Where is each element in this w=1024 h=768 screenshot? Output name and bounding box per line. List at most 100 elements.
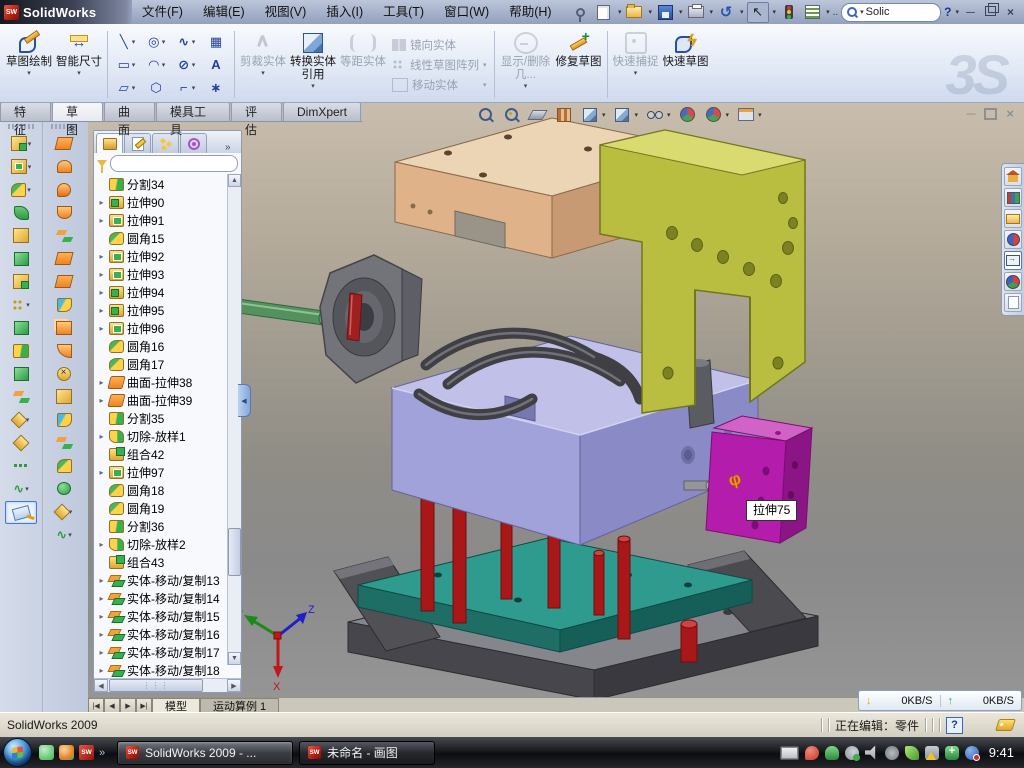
quicklaunch-more-icon[interactable]: »	[99, 747, 105, 759]
tree-filter-input[interactable]	[110, 155, 238, 172]
combine-tool[interactable]	[6, 317, 36, 338]
expand-arrow-icon[interactable]: ▸	[97, 270, 106, 279]
expand-arrow-icon[interactable]: ▸	[97, 378, 106, 387]
tree-item[interactable]: ▸ 组合43	[97, 553, 241, 571]
shell-tool[interactable]	[6, 248, 36, 269]
taskbar-task-button[interactable]: SW SolidWorks 2009 - ...	[117, 741, 293, 765]
update-check-tray-icon[interactable]	[845, 746, 859, 760]
app-restore-button[interactable]	[982, 5, 999, 19]
search-input-value[interactable]: Solic	[866, 6, 890, 18]
command-tab[interactable]: DimXpert	[283, 102, 361, 121]
clipped-toolbar-item[interactable]: ..	[833, 7, 839, 18]
more-tabs-icon[interactable]: »	[225, 142, 239, 153]
expand-arrow-icon[interactable]: ▸	[97, 594, 106, 603]
security-alert-tray-icon[interactable]	[805, 746, 819, 760]
messenger-status-tray-icon[interactable]	[965, 746, 979, 760]
part-red-insert[interactable]	[347, 293, 362, 341]
display-delete-relations-button[interactable]: 显示/删除几...▾	[498, 27, 554, 102]
part-gray-clamp[interactable]	[320, 255, 422, 383]
sketch-tool[interactable]: ◎	[141, 34, 171, 50]
command-tab[interactable]: 特征	[0, 102, 51, 121]
tree-item[interactable]: ▸ 分割35	[97, 409, 241, 427]
tree-item[interactable]: ▸ 拉伸93	[97, 265, 241, 283]
expand-arrow-icon[interactable]: ▸	[97, 468, 106, 477]
tree-item[interactable]: ▸ 拉伸90	[97, 193, 241, 211]
tree-item[interactable]: ▸ 圆角18	[97, 481, 241, 499]
select-dropdown-icon[interactable]: ▾	[773, 8, 777, 16]
expand-arrow-icon[interactable]: ▸	[97, 540, 106, 549]
swept-boss-tool[interactable]	[6, 225, 36, 246]
sketch-tool[interactable]: ◠	[141, 57, 171, 73]
command-tab[interactable]: 曲面	[104, 102, 155, 121]
open-dropdown-icon[interactable]: ▾	[648, 8, 652, 16]
tree-collapse-handle[interactable]: ◀	[238, 384, 251, 417]
expand-arrow-icon[interactable]: ▸	[97, 252, 106, 261]
apply-scene-button[interactable]	[704, 105, 723, 124]
sketch-tool[interactable]: ▭	[111, 57, 141, 73]
extruded-surface-tool[interactable]	[49, 179, 79, 200]
tree-item[interactable]: ▸ 分割36	[97, 517, 241, 535]
network-warning-tray-icon[interactable]	[925, 746, 939, 760]
scroll-left-icon[interactable]: ◀	[94, 679, 108, 692]
antivirus-shield-tray-icon[interactable]	[825, 746, 839, 760]
help-button[interactable]: ?	[944, 5, 951, 19]
fillet-surface-tool[interactable]	[49, 455, 79, 476]
tree-item[interactable]: ▸ 实体-移动/复制17	[97, 643, 241, 661]
scroll-right-icon[interactable]: ▶	[227, 679, 241, 692]
expand-arrow-icon[interactable]: ▸	[97, 324, 106, 333]
sketch-tool[interactable]: ⊘	[171, 57, 201, 73]
search-tab[interactable]	[1004, 230, 1022, 249]
quick-tips-button[interactable]: ?	[946, 717, 963, 734]
tree-hscroll-thumb[interactable]: ⋮⋮⋮	[109, 679, 203, 692]
pin-toolbar-icon[interactable]	[571, 3, 591, 22]
prev-tab-icon[interactable]: ◀	[104, 698, 120, 713]
tree-item[interactable]: ▸ 实体-移动/复制18	[97, 661, 241, 678]
menu-item[interactable]: 插入(I)	[316, 0, 373, 24]
volume-tray-icon[interactable]	[865, 746, 879, 760]
expand-arrow-icon[interactable]: ▸	[97, 576, 106, 585]
menu-item[interactable]: 编辑(E)	[193, 0, 255, 24]
undo-button[interactable]: ↺	[716, 3, 736, 22]
extend-surface-tool[interactable]	[49, 409, 79, 430]
boundary-surface-tool[interactable]	[49, 225, 79, 246]
linear-pattern-tool[interactable]	[6, 294, 36, 315]
device-tray-icon[interactable]	[885, 746, 899, 760]
rebuild-button[interactable]	[779, 3, 799, 22]
quick-snaps-button[interactable]: 快速捕捉▾	[611, 27, 661, 102]
health-shield-tray-icon[interactable]	[945, 746, 959, 760]
tree-item[interactable]: ▸ 切除-放样1	[97, 427, 241, 445]
doc-restore-button[interactable]	[984, 108, 997, 120]
menu-item[interactable]: 文件(F)	[132, 0, 193, 24]
sketch-tool[interactable]: ▱	[111, 80, 141, 96]
sketch-tool[interactable]: A	[201, 57, 231, 72]
radiate-surface-tool[interactable]	[49, 317, 79, 338]
expand-arrow-icon[interactable]: ▸	[97, 630, 106, 639]
sketch-tool[interactable]: ∿	[171, 34, 201, 50]
tree-item[interactable]: ▸ 拉伸91	[97, 211, 241, 229]
sketch-draw-button[interactable]: 草图绘制▾	[4, 27, 54, 102]
expand-arrow-icon[interactable]: ▸	[97, 216, 106, 225]
app-minimize-button[interactable]: ─	[962, 5, 979, 19]
part-magenta-block[interactable]: φ	[706, 416, 812, 543]
smart-dimension-button[interactable]: ↔ 智能尺寸▾	[54, 27, 104, 102]
design-library-tab[interactable]	[1004, 188, 1022, 207]
command-tab[interactable]: 评估	[231, 102, 282, 121]
view-palette-tab[interactable]	[1004, 251, 1022, 270]
tree-item[interactable]: ▸ 实体-移动/复制16	[97, 625, 241, 643]
view-settings-button[interactable]	[736, 105, 755, 124]
appearances-tab[interactable]	[1004, 272, 1022, 291]
thicken-tool[interactable]	[49, 432, 79, 453]
instant3d-tool-pressed[interactable]	[5, 501, 37, 524]
scroll-up-icon[interactable]: ▲	[228, 174, 241, 187]
scene-dropdown-icon[interactable]: ▾	[726, 111, 730, 119]
filled-surface-tool[interactable]	[49, 248, 79, 269]
zoom-area-button[interactable]	[502, 105, 521, 124]
taskbar-clock[interactable]: 9:41	[989, 745, 1014, 760]
expand-arrow-icon[interactable]: ▸	[97, 432, 106, 441]
offset-surface-tool[interactable]	[49, 294, 79, 315]
reference-geometry-tool[interactable]	[6, 409, 36, 430]
motion-study-tab[interactable]: 运动算例 1	[200, 698, 279, 713]
file-explorer-tab[interactable]	[1004, 209, 1022, 228]
tree-item[interactable]: ▸ 实体-移动/复制14	[97, 589, 241, 607]
tree-vertical-scrollbar[interactable]: ▲ ▼	[227, 174, 241, 665]
